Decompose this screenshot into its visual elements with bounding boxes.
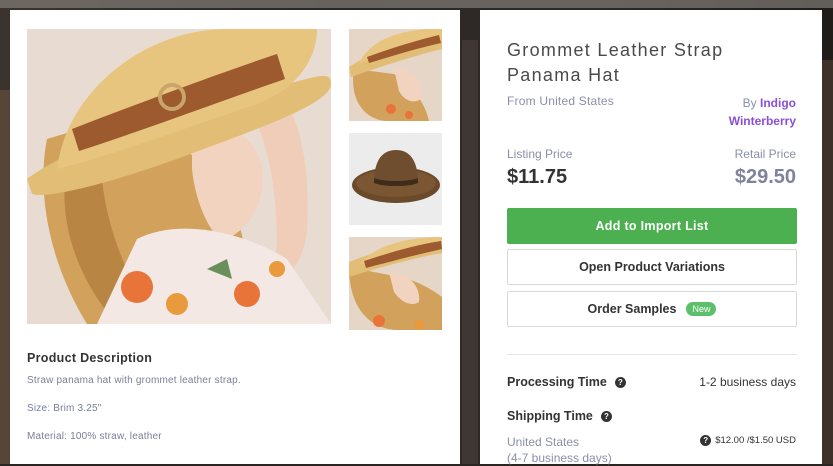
thumbnail-image[interactable] bbox=[349, 133, 442, 225]
thumbnail-image[interactable] bbox=[349, 237, 442, 330]
vendor-byline: By Indigo Winterberry bbox=[686, 94, 796, 130]
processing-time-label-row: Processing Time ? bbox=[507, 375, 626, 389]
processing-time-value: 1-2 business days bbox=[699, 375, 796, 389]
listing-price-value: $11.75 bbox=[507, 166, 568, 188]
retail-price-label: Retail Price bbox=[734, 147, 796, 161]
shipping-destination-country: United States bbox=[507, 435, 580, 449]
shipping-cost: ? $12.00 /$1.50 USD bbox=[700, 435, 796, 446]
shipping-cost-value: $12.00 /$1.50 USD bbox=[715, 435, 796, 446]
backdrop-edge-left bbox=[0, 90, 10, 464]
shipping-destination: United States (4-7 business days) bbox=[507, 434, 612, 466]
product-details-panel: Grommet Leather Strap Panama Hat From Un… bbox=[480, 10, 822, 466]
product-media-panel: Product Description Straw panama hat wit… bbox=[10, 10, 460, 464]
description-line: Material: 100% straw, leather bbox=[27, 431, 162, 442]
shipping-time-label: Shipping Time bbox=[507, 409, 593, 423]
product-description-heading: Product Description bbox=[27, 351, 153, 365]
open-product-variations-button[interactable]: Open Product Variations bbox=[507, 249, 797, 285]
question-circle-icon[interactable]: ? bbox=[700, 435, 712, 446]
retail-price-value: $29.50 bbox=[734, 166, 796, 188]
order-samples-button[interactable]: Order Samples New bbox=[507, 291, 797, 327]
section-divider bbox=[507, 354, 797, 355]
new-badge: New bbox=[686, 302, 717, 316]
question-circle-icon[interactable]: ? bbox=[614, 376, 626, 388]
product-title: Grommet Leather Strap Panama Hat bbox=[507, 40, 724, 85]
processing-time-label: Processing Time bbox=[507, 375, 607, 389]
vendor-link[interactable]: Indigo Winterberry bbox=[729, 96, 796, 128]
vendor-by-prefix: By bbox=[742, 96, 757, 110]
add-to-import-list-button[interactable]: Add to Import List bbox=[507, 208, 797, 244]
main-product-image bbox=[27, 29, 331, 324]
product-origin: From United States bbox=[507, 94, 614, 108]
backdrop-header-strip bbox=[0, 0, 833, 8]
thumbnail-image[interactable] bbox=[349, 29, 442, 121]
question-circle-icon[interactable]: ? bbox=[600, 410, 612, 422]
description-line: Straw panama hat with grommet leather st… bbox=[27, 375, 241, 386]
backdrop-gap bbox=[462, 40, 478, 464]
listing-price-label: Listing Price bbox=[507, 147, 573, 161]
order-samples-label: Order Samples bbox=[587, 302, 677, 316]
description-line: Size: Brim 3.25" bbox=[27, 403, 102, 414]
shipping-time-label-row: Shipping Time ? bbox=[507, 409, 612, 423]
